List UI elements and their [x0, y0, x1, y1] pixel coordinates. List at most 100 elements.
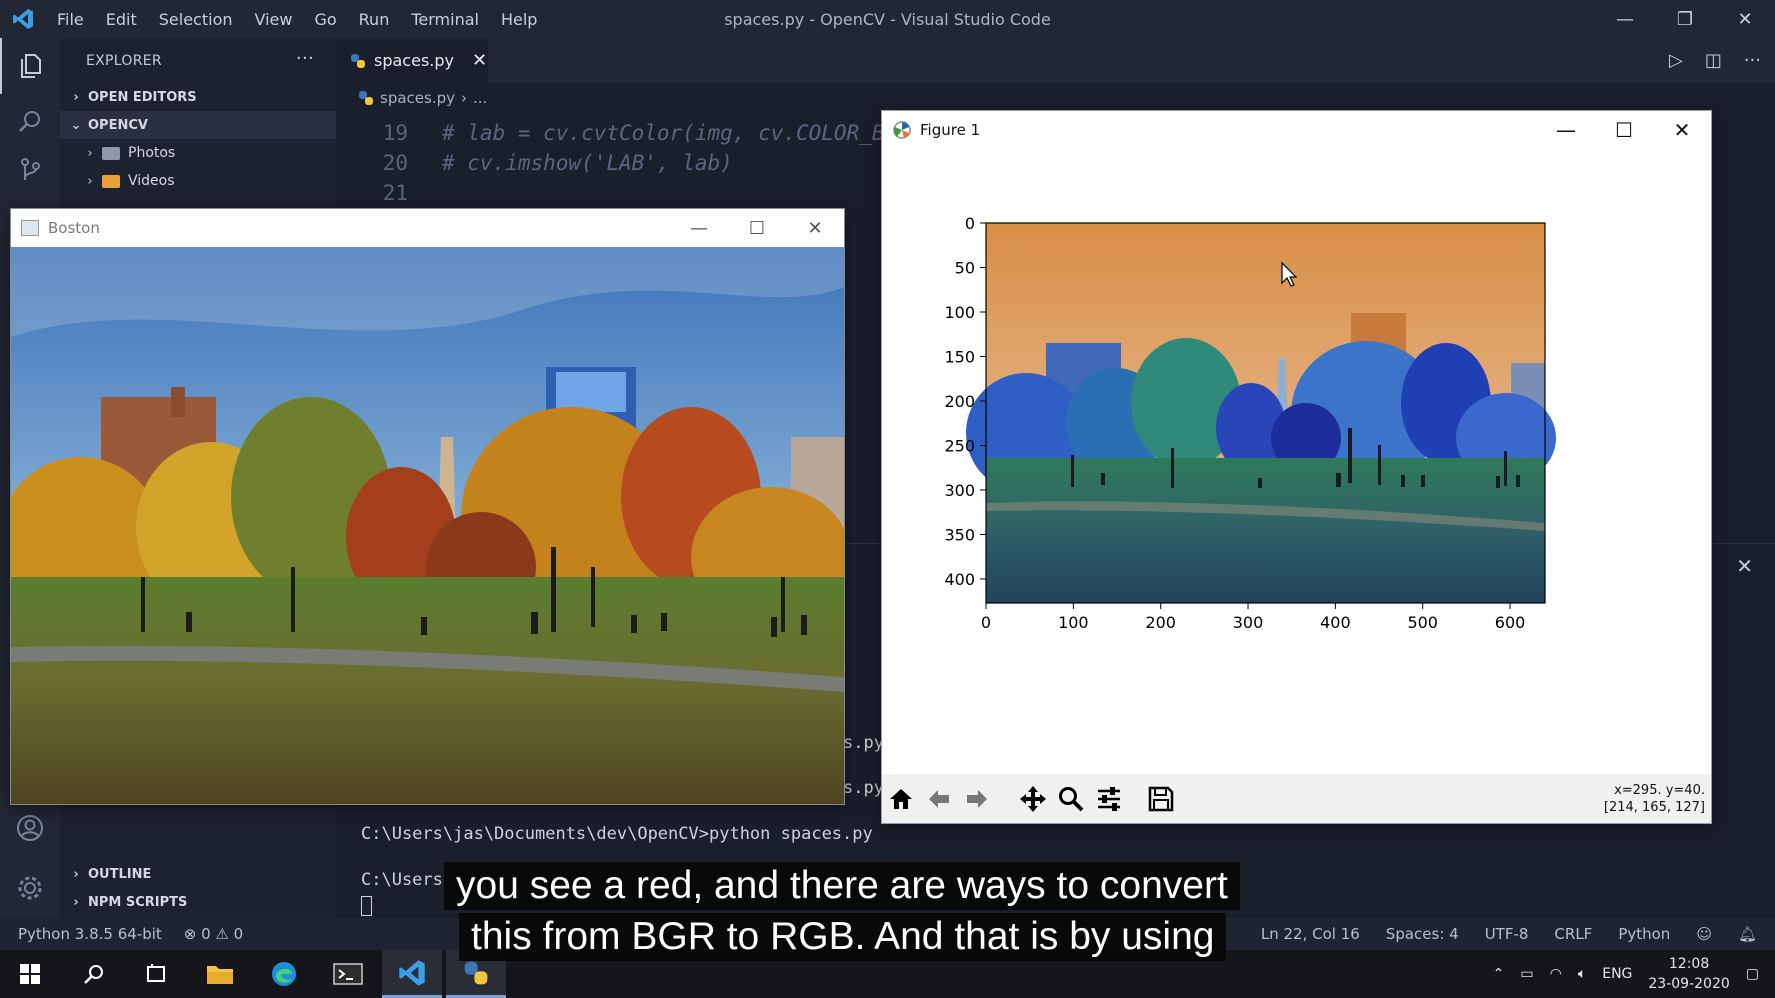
language-mode[interactable]: Python	[1618, 925, 1670, 943]
open-editors-label: OPEN EDITORS	[88, 89, 197, 105]
panel-close-icon[interactable]: ✕	[1736, 554, 1753, 578]
windows-start-icon[interactable]	[0, 950, 60, 998]
bell-icon[interactable]: 🔔︎	[1738, 925, 1757, 943]
subtitle-line-1: you see a red, and there are ways to con…	[444, 862, 1240, 910]
folder-label: Videos	[128, 173, 175, 189]
minimize-icon[interactable]: —	[1595, 0, 1655, 38]
close-icon[interactable]: ✕	[786, 209, 844, 247]
edge-browser-icon[interactable]	[254, 950, 314, 998]
breadcrumb-rest[interactable]: ...	[473, 89, 487, 107]
x-tick-label: 0	[981, 613, 991, 632]
menu-file[interactable]: File	[46, 10, 95, 29]
y-tick-label: 250	[944, 436, 975, 455]
code-line: 21	[336, 178, 442, 208]
more-actions-icon[interactable]: ···	[1744, 50, 1761, 71]
wifi-icon[interactable]: ◠	[1550, 966, 1562, 982]
save-figure-icon[interactable]	[1144, 782, 1178, 816]
menu-view[interactable]: View	[244, 10, 304, 29]
plot-axes[interactable]: 0 100 200 300 400 500 600 0 50 100 150 200 250 300 35…	[882, 151, 1711, 771]
project-section[interactable]: ⌄ OPENCV	[60, 111, 336, 139]
tab-close-icon[interactable]: ✕	[472, 50, 487, 71]
explorer-icon[interactable]	[0, 38, 60, 94]
search-icon[interactable]	[0, 94, 60, 150]
python-file-icon	[359, 91, 373, 105]
clock-time: 12:08	[1668, 956, 1710, 972]
folder-label: Photos	[128, 145, 176, 161]
chevron-up-icon[interactable]: ⌃	[1493, 966, 1505, 982]
file-explorer-icon[interactable]	[190, 950, 250, 998]
outline-section[interactable]: › OUTLINE	[68, 860, 151, 888]
matplotlib-logo-icon	[893, 121, 911, 139]
npm-scripts-section[interactable]: › NPM SCRIPTS	[68, 888, 187, 916]
vscode-taskbar-icon[interactable]	[382, 950, 442, 998]
maximize-icon[interactable]: ☐	[728, 209, 786, 247]
encoding[interactable]: UTF-8	[1485, 925, 1529, 943]
back-arrow-icon[interactable]	[922, 782, 956, 816]
figure-window-title: Figure 1	[920, 121, 981, 139]
menu-edit[interactable]: Edit	[95, 10, 148, 29]
menu-bar: File Edit Selection View Go Run Terminal…	[46, 10, 548, 29]
maximize-icon[interactable]: ☐	[1595, 111, 1653, 149]
y-tick-label: 400	[944, 570, 975, 589]
y-tick-label: 100	[944, 303, 975, 322]
chevron-right-icon: ›	[87, 173, 93, 189]
feedback-icon[interactable]: ☺	[1696, 925, 1712, 943]
source-control-icon[interactable]	[0, 150, 60, 190]
forward-arrow-icon[interactable]	[960, 782, 994, 816]
menu-help[interactable]: Help	[490, 10, 548, 29]
cursor-position[interactable]: Ln 22, Col 16	[1261, 925, 1360, 943]
battery-icon[interactable]: ▭	[1520, 966, 1533, 982]
y-tick-label: 50	[955, 258, 975, 277]
chevron-right-icon: ›	[73, 89, 79, 105]
menu-go[interactable]: Go	[303, 10, 347, 29]
x-tick-label: 600	[1495, 613, 1526, 632]
indentation[interactable]: Spaces: 4	[1386, 925, 1459, 943]
boston-image-window[interactable]: Boston — ☐ ✕	[10, 208, 845, 805]
notifications-icon[interactable]: ▢	[1746, 966, 1759, 982]
input-language[interactable]: ENG	[1602, 966, 1632, 982]
line-number: 20	[382, 151, 408, 175]
settings-gear-icon[interactable]	[0, 860, 60, 916]
boston-window-title: Boston	[48, 219, 100, 237]
home-icon[interactable]	[884, 782, 918, 816]
project-label: OPENCV	[88, 117, 148, 133]
configure-subplots-icon[interactable]	[1092, 782, 1126, 816]
zoom-magnifier-icon[interactable]	[1054, 782, 1088, 816]
minimize-icon[interactable]: —	[670, 209, 728, 247]
pan-move-icon[interactable]	[1016, 782, 1050, 816]
volume-icon[interactable]: 🔈︎	[1578, 966, 1586, 982]
clock[interactable]: 12:08 23-09-2020	[1648, 954, 1729, 994]
close-icon[interactable]: ✕	[1653, 111, 1711, 149]
matplotlib-figure-window[interactable]: Figure 1 — ☐ ✕ 0 100 200 300 400 500 600 0 50 10…	[881, 110, 1712, 824]
restore-icon[interactable]: ❐	[1655, 0, 1715, 38]
folder-videos[interactable]: › Videos	[60, 167, 336, 195]
split-editor-icon[interactable]: ◫	[1705, 50, 1722, 71]
task-view-icon[interactable]	[126, 950, 186, 998]
menu-run[interactable]: Run	[348, 10, 401, 29]
outline-label: OUTLINE	[88, 866, 152, 882]
y-tick-label: 0	[965, 214, 975, 233]
menu-terminal[interactable]: Terminal	[400, 10, 490, 29]
x-tick-label: 300	[1233, 613, 1264, 632]
breadcrumb-separator-icon: ›	[461, 89, 467, 107]
explorer-header: EXPLORER ···	[60, 38, 336, 83]
minimize-icon[interactable]: —	[1537, 111, 1595, 149]
search-icon[interactable]	[64, 950, 124, 998]
more-actions-icon[interactable]: ···	[296, 48, 314, 69]
line-number: 21	[382, 181, 408, 205]
npm-scripts-label: NPM SCRIPTS	[88, 894, 188, 910]
terminal-app-icon[interactable]	[318, 950, 378, 998]
run-icon[interactable]: ▷	[1669, 50, 1683, 71]
problems-count[interactable]: ⊗ 0 ⚠ 0	[184, 925, 243, 943]
open-editors-section[interactable]: › OPEN EDITORS	[60, 83, 336, 111]
line-ending[interactable]: CRLF	[1554, 925, 1592, 943]
breadcrumb-file[interactable]: spaces.py	[380, 89, 455, 107]
python-file-icon	[351, 53, 365, 68]
subtitle-line-2: this from BGR to RGB. And that is by usi…	[459, 913, 1227, 961]
close-icon[interactable]: ✕	[1715, 0, 1775, 38]
tab-spaces-py[interactable]: spaces.py ✕	[336, 38, 488, 83]
account-icon[interactable]	[0, 800, 60, 856]
python-interpreter[interactable]: Python 3.8.5 64-bit	[18, 925, 162, 943]
menu-selection[interactable]: Selection	[148, 10, 244, 29]
folder-photos[interactable]: › Photos	[60, 139, 336, 167]
